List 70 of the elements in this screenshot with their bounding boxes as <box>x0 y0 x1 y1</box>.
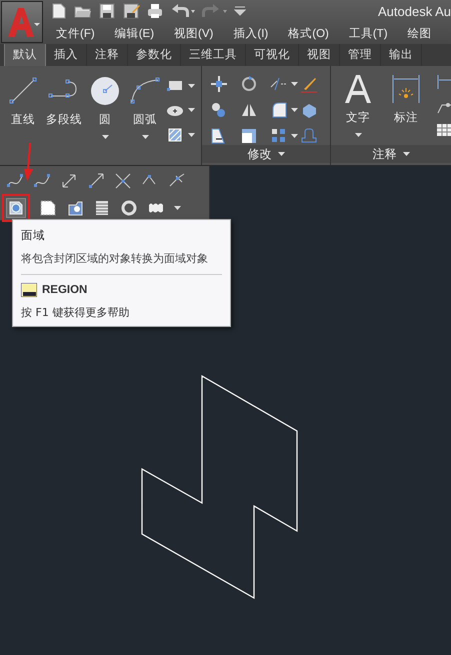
panel-title[interactable]: 修改 <box>248 146 272 163</box>
caret-icon[interactable] <box>278 152 284 156</box>
hatch-icon[interactable] <box>166 126 184 144</box>
scale-icon[interactable] <box>240 126 258 145</box>
rectangle-icon[interactable] <box>166 78 184 94</box>
undo-icon[interactable] <box>170 2 196 20</box>
boundary-icon[interactable] <box>39 199 57 217</box>
panel-title[interactable]: 注释 <box>372 146 396 163</box>
menu-item[interactable]: 插入(I) <box>233 26 268 40</box>
tool-label[interactable]: 多段线 <box>46 112 82 127</box>
application-menu-button[interactable] <box>1 1 43 43</box>
menu-item[interactable]: 工具(T) <box>348 26 388 40</box>
menu-item[interactable]: 绘图 <box>408 26 432 40</box>
tool-label[interactable]: 圆 <box>99 112 111 139</box>
rotate-icon[interactable] <box>240 74 258 93</box>
array-icon[interactable] <box>270 126 288 145</box>
caret-icon[interactable] <box>188 133 195 137</box>
caret-icon[interactable] <box>188 84 195 88</box>
tool-label[interactable]: 圆弧 <box>133 112 157 139</box>
line-icon[interactable] <box>8 76 38 106</box>
leader-icon[interactable] <box>437 100 451 114</box>
panel-title-bar[interactable]: 修改 <box>202 145 330 163</box>
copy-icon[interactable] <box>210 100 228 119</box>
spline-icon[interactable] <box>33 172 51 190</box>
caret-icon[interactable] <box>102 135 108 139</box>
tooltip-description: 将包含封闭区域的对象转换为面域对象 <box>21 251 209 266</box>
region-icon <box>9 201 23 215</box>
construction-line-icon[interactable] <box>114 172 132 190</box>
caret-icon[interactable] <box>354 133 362 137</box>
caret-icon[interactable] <box>142 135 148 139</box>
caret-icon[interactable] <box>291 134 298 138</box>
fillet-icon[interactable] <box>270 100 288 119</box>
save-edit-icon[interactable] <box>122 2 140 20</box>
save-icon[interactable] <box>98 2 116 20</box>
caret-icon[interactable] <box>188 108 195 112</box>
menu-item[interactable]: 格式(O) <box>288 26 329 40</box>
move-icon[interactable] <box>210 74 228 93</box>
spline-icon[interactable] <box>6 172 24 190</box>
command-name: REGION <box>42 284 88 296</box>
ray-icon[interactable] <box>87 172 105 190</box>
help-hint: 按 F1 键获得更多帮助 <box>21 305 130 320</box>
ribbon-tab[interactable]: 默认 <box>4 44 46 66</box>
line-arrow-icon[interactable] <box>60 172 78 190</box>
tooltip-title: 面域 <box>21 228 46 243</box>
caret-icon[interactable] <box>291 108 298 112</box>
dimension-icon[interactable] <box>391 74 421 104</box>
printer-icon[interactable] <box>146 2 164 20</box>
tool-label[interactable]: 文字 <box>346 110 370 137</box>
tool-label[interactable]: 直线 <box>11 112 35 127</box>
menu-item[interactable]: 编辑(E) <box>114 26 154 40</box>
circle-icon[interactable] <box>90 76 120 106</box>
command-line-icon <box>21 283 37 297</box>
tool-label[interactable]: 标注 <box>394 110 418 125</box>
donut-icon[interactable] <box>120 199 138 217</box>
region-button[interactable] <box>6 198 26 218</box>
window-title: Autodesk Au <box>378 4 451 18</box>
wipeout-icon[interactable] <box>66 199 84 217</box>
caret-icon[interactable] <box>291 82 298 86</box>
menu-item[interactable]: 视图(V) <box>174 26 214 40</box>
caret-icon[interactable] <box>174 206 181 210</box>
table-icon[interactable] <box>437 124 451 136</box>
dimension-icon[interactable] <box>437 74 451 90</box>
panel-title-bar[interactable]: 注释 <box>331 145 451 163</box>
caret-icon[interactable] <box>402 152 410 156</box>
arc-icon[interactable] <box>129 76 161 106</box>
drawing-canvas[interactable]: 面域 将包含封闭区域的对象转换为面域对象 REGION 按 F1 键获得更多帮助 <box>0 166 451 655</box>
letter-icon[interactable] <box>343 74 373 104</box>
pointer-arrow <box>24 143 33 181</box>
menu-item[interactable]: 文件(F) <box>56 26 95 40</box>
new-file-icon[interactable] <box>50 2 68 20</box>
